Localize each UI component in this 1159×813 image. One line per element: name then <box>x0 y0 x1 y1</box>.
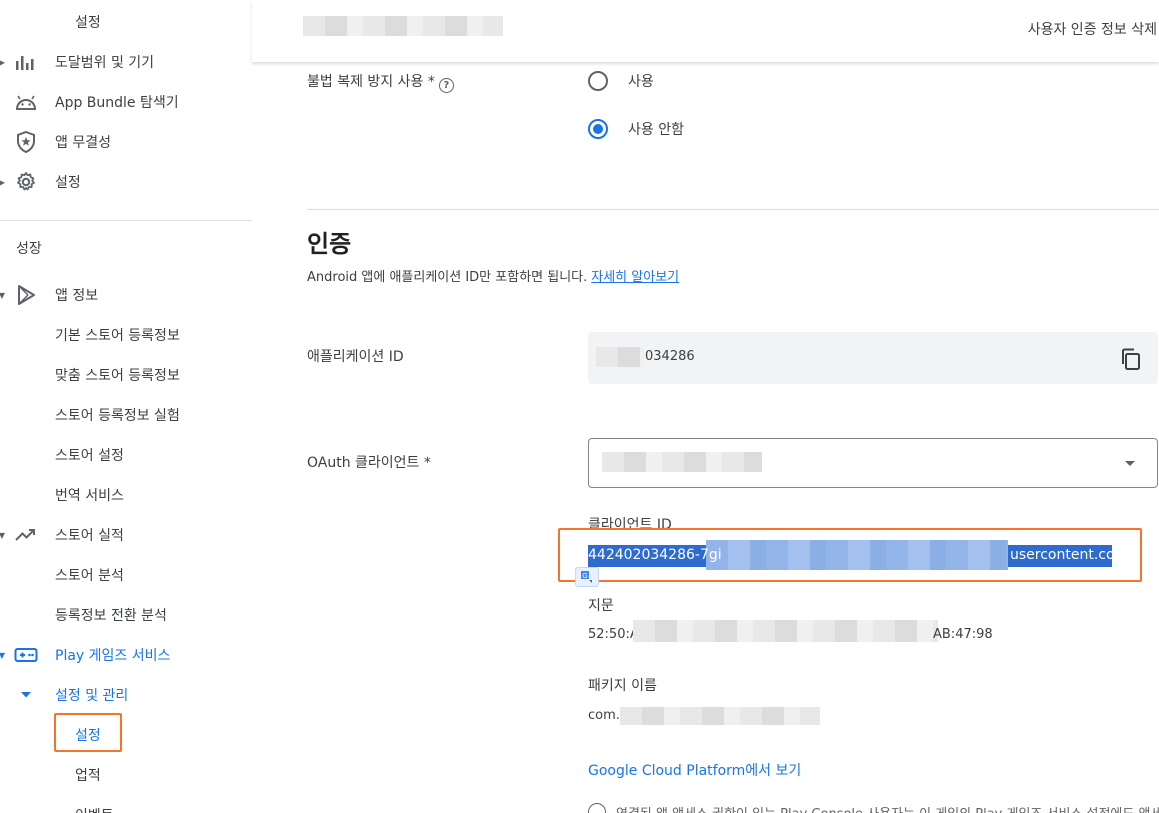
sidebar-item-label: 스토어 분석 <box>55 568 124 584</box>
help-circle-icon[interactable]: ? <box>438 78 454 93</box>
sidebar-item-store-settings[interactable]: 스토어 설정 <box>0 435 252 475</box>
play-icon <box>14 283 38 307</box>
gear-icon <box>14 170 38 194</box>
expand-caret-icon: ▶ <box>0 177 6 187</box>
sidebar-item-label: 스토어 실적 <box>55 528 124 544</box>
anti-piracy-off-radio[interactable] <box>588 119 608 139</box>
sidebar-item-store-analysis[interactable]: 스토어 분석 <box>0 555 252 595</box>
sidebar-item-app-bundle-explorer[interactable]: App Bundle 탐색기 <box>0 82 252 122</box>
top-bar: 사용자 인증 정보 삭제 <box>252 0 1159 62</box>
copy-icon[interactable] <box>1120 348 1142 370</box>
info-notice: 연결된 앱 액세스 권한이 있는 Play Console 사용자는 이 게임의… <box>588 803 1159 813</box>
sidebar-section-heading: 성장 <box>16 241 42 257</box>
package-name-prefix: com. <box>588 708 620 723</box>
expand-caret-icon: ▼ <box>0 290 6 300</box>
auth-description-text: Android 앱에 애플리케이션 ID만 포함하면 됩니다. <box>307 270 588 285</box>
learn-more-link[interactable]: 자세히 알아보기 <box>591 270 679 285</box>
app-id-field: 034286 <box>588 332 1158 384</box>
redacted-package-name <box>620 707 820 725</box>
anti-piracy-label-text: 불법 복제 방지 사용 * <box>307 74 435 90</box>
sidebar-item-store-listing-experiments[interactable]: 스토어 등록정보 실험 <box>0 395 252 435</box>
sidebar-item-app-integrity[interactable]: 앱 무결성 <box>0 122 252 162</box>
fingerprint-suffix: AB:47:98 <box>933 627 993 642</box>
translate-icon[interactable]: G <box>575 567 599 587</box>
sidebar-item-label: Play 게임즈 서비스 <box>55 648 171 664</box>
sidebar-item-settings[interactable]: ▶ 설정 <box>0 162 252 202</box>
info-icon <box>588 803 606 813</box>
sidebar-item-store-performance[interactable]: ▼ 스토어 실적 <box>0 515 252 555</box>
sidebar-item-setup-manage[interactable]: 설정 및 관리 <box>0 675 252 715</box>
auth-section-title: 인증 <box>307 230 352 258</box>
sidebar-item-label: 설정 및 관리 <box>55 688 129 704</box>
sidebar-item-label: 앱 정보 <box>55 288 99 304</box>
oauth-client-select[interactable] <box>588 438 1158 488</box>
redacted-app-name <box>303 16 503 36</box>
sidebar-divider <box>0 220 252 221</box>
app-id-label: 애플리케이션 ID <box>307 349 404 365</box>
sidebar-item-label: 스토어 등록정보 실험 <box>55 408 180 424</box>
fingerprint-label: 지문 <box>588 598 614 614</box>
collapse-arrow-icon <box>14 683 38 707</box>
trending-up-icon <box>14 523 38 547</box>
bar-chart-icon <box>14 50 38 74</box>
sidebar-item-label: 기본 스토어 등록정보 <box>55 328 180 344</box>
anti-piracy-on-radio[interactable] <box>588 71 608 91</box>
sidebar-item-label: 번역 서비스 <box>55 488 124 504</box>
package-name-label: 패키지 이름 <box>588 678 657 694</box>
shield-star-icon <box>14 130 38 154</box>
anti-piracy-label: 불법 복제 방지 사용 *? <box>307 71 454 93</box>
anti-piracy-off-label: 사용 안함 <box>628 122 684 138</box>
sidebar-item-label: 앱 무결성 <box>55 135 111 151</box>
google-cloud-platform-link[interactable]: Google Cloud Platform에서 보기 <box>588 760 801 780</box>
gamepad-icon <box>14 643 38 667</box>
android-icon <box>14 90 38 114</box>
sidebar-item-label: 이벤트 <box>75 805 114 813</box>
oauth-client-label: OAuth 클라이언트 * <box>307 455 431 471</box>
sidebar-item-label: App Bundle 탐색기 <box>55 95 179 111</box>
sidebar-item-achievements[interactable]: 업적 <box>0 755 252 795</box>
sidebar-item-label: 등록정보 전환 분석 <box>55 608 167 624</box>
sidebar-item-listing-conversion[interactable]: 등록정보 전환 분석 <box>0 595 252 635</box>
svg-text:G: G <box>582 573 587 580</box>
sidebar-item-label: 맞춤 스토어 등록정보 <box>55 368 180 384</box>
expand-caret-icon: ▼ <box>0 530 6 540</box>
sidebar-item-label: 설정 <box>55 175 81 191</box>
fingerprint-prefix: 52:50:A <box>588 627 639 642</box>
sidebar-item-custom-store-listing[interactable]: 맞춤 스토어 등록정보 <box>0 355 252 395</box>
delete-credentials-button[interactable]: 사용자 인증 정보 삭제 <box>1028 19 1157 39</box>
sidebar-item-label: 스토어 설정 <box>55 448 124 464</box>
sidebar-item-games-settings[interactable]: 설정 <box>0 715 252 755</box>
sidebar-item-main-store-listing[interactable]: 기본 스토어 등록정보 <box>0 315 252 355</box>
redacted-fingerprint <box>633 620 938 642</box>
sidebar-item-app-info[interactable]: ▼ 앱 정보 <box>0 275 252 315</box>
sidebar-item-label: 설정 <box>75 15 101 31</box>
sidebar-item-settings-sub[interactable]: 설정 <box>0 2 252 42</box>
sidebar-item-translation-service[interactable]: 번역 서비스 <box>0 475 252 515</box>
sidebar-item-label: 업적 <box>75 768 101 784</box>
sidebar-item-reach-devices[interactable]: ▶ 도달범위 및 기기 <box>0 42 252 82</box>
app-id-value: 034286 <box>645 349 695 364</box>
highlight-box <box>54 713 122 752</box>
expand-caret-icon: ▶ <box>0 57 6 67</box>
sidebar: 설정 ▶ 도달범위 및 기기 App Bundle 탐색기 앱 무결성 ▶ 설정… <box>0 0 252 813</box>
auth-section-description: Android 앱에 애플리케이션 ID만 포함하면 됩니다. 자세히 알아보기 <box>307 266 679 285</box>
section-divider <box>307 209 1159 210</box>
highlight-box <box>558 528 1142 582</box>
dropdown-arrow-icon <box>1125 461 1135 466</box>
sidebar-item-label: 도달범위 및 기기 <box>55 55 155 71</box>
redacted-oauth-client <box>602 452 762 472</box>
info-notice-text: 연결된 앱 액세스 권한이 있는 Play Console 사용자는 이 게임의… <box>616 803 1159 813</box>
anti-piracy-on-label: 사용 <box>628 74 654 90</box>
expand-caret-icon: ▼ <box>0 650 6 660</box>
sidebar-item-events[interactable]: 이벤트 <box>0 795 252 813</box>
redacted-app-id <box>596 347 644 367</box>
sidebar-item-play-games[interactable]: ▼ Play 게임즈 서비스 <box>0 635 252 675</box>
